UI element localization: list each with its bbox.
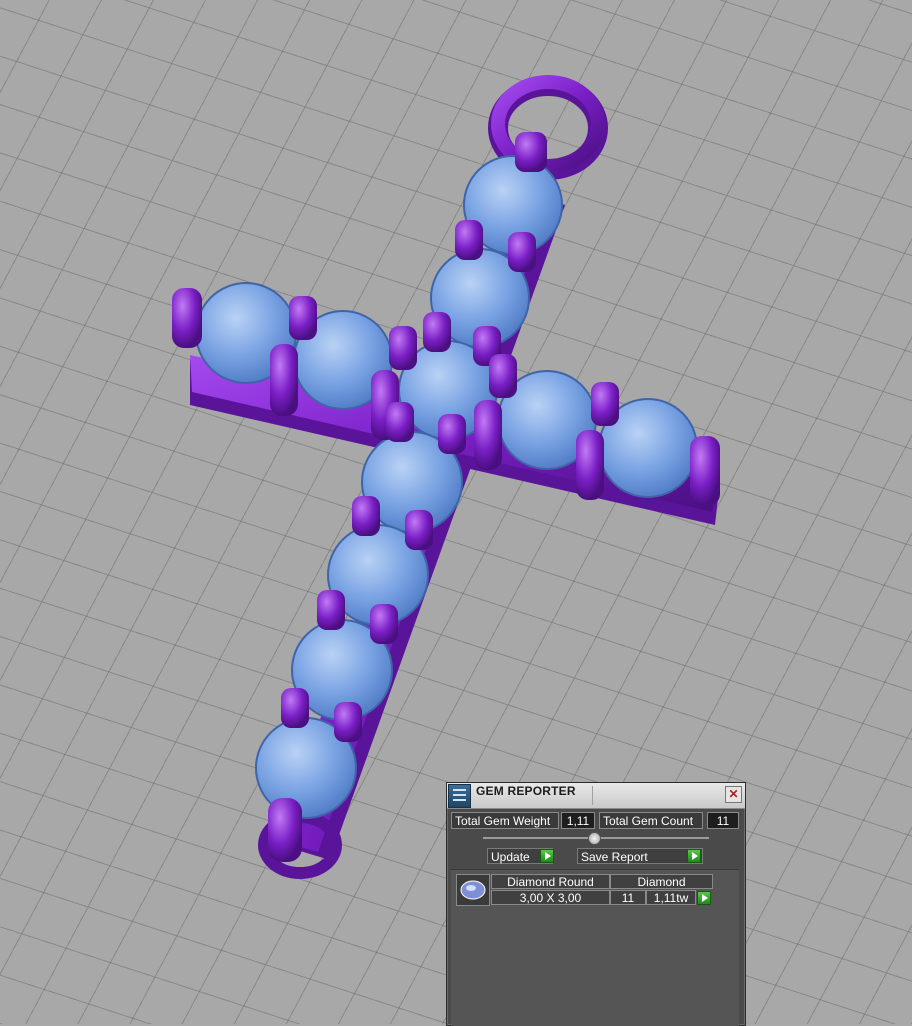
gem-list[interactable]: Diamond Round Diamond 3,00 X 3,00 11 1,1… [451, 869, 739, 1026]
round-gem-icon [456, 874, 490, 906]
row-play-arrow-icon[interactable] [697, 891, 711, 905]
gem-material-cell: Diamond [610, 874, 713, 889]
slider-handle[interactable] [588, 832, 601, 845]
gem-reporter-panel: GEM REPORTER ✕ Total Gem Weight 1,11 Tot… [446, 782, 746, 1026]
total-gem-weight-label: Total Gem Weight [451, 812, 559, 829]
gem-weight-cell: 1,11tw [646, 890, 696, 905]
total-gem-count-label: Total Gem Count [599, 812, 703, 829]
titlebar-divider [592, 786, 593, 805]
save-report-play-arrow-icon[interactable] [687, 849, 701, 863]
total-gem-count-value: 11 [707, 812, 739, 829]
gem-count-cell: 11 [610, 890, 646, 905]
total-gem-weight-value: 1,11 [561, 812, 595, 829]
gem-stones [195, 155, 698, 819]
save-report-button[interactable]: Save Report [577, 848, 703, 864]
close-icon[interactable]: ✕ [725, 786, 742, 803]
panel-titlebar[interactable]: GEM REPORTER ✕ [447, 783, 745, 809]
panel-title: GEM REPORTER [476, 784, 576, 798]
gem-reporter-icon [448, 784, 471, 808]
gem-name-cell: Diamond Round [491, 874, 610, 889]
update-play-arrow-icon[interactable] [540, 849, 554, 863]
gem-size-cell: 3,00 X 3,00 [491, 890, 610, 905]
